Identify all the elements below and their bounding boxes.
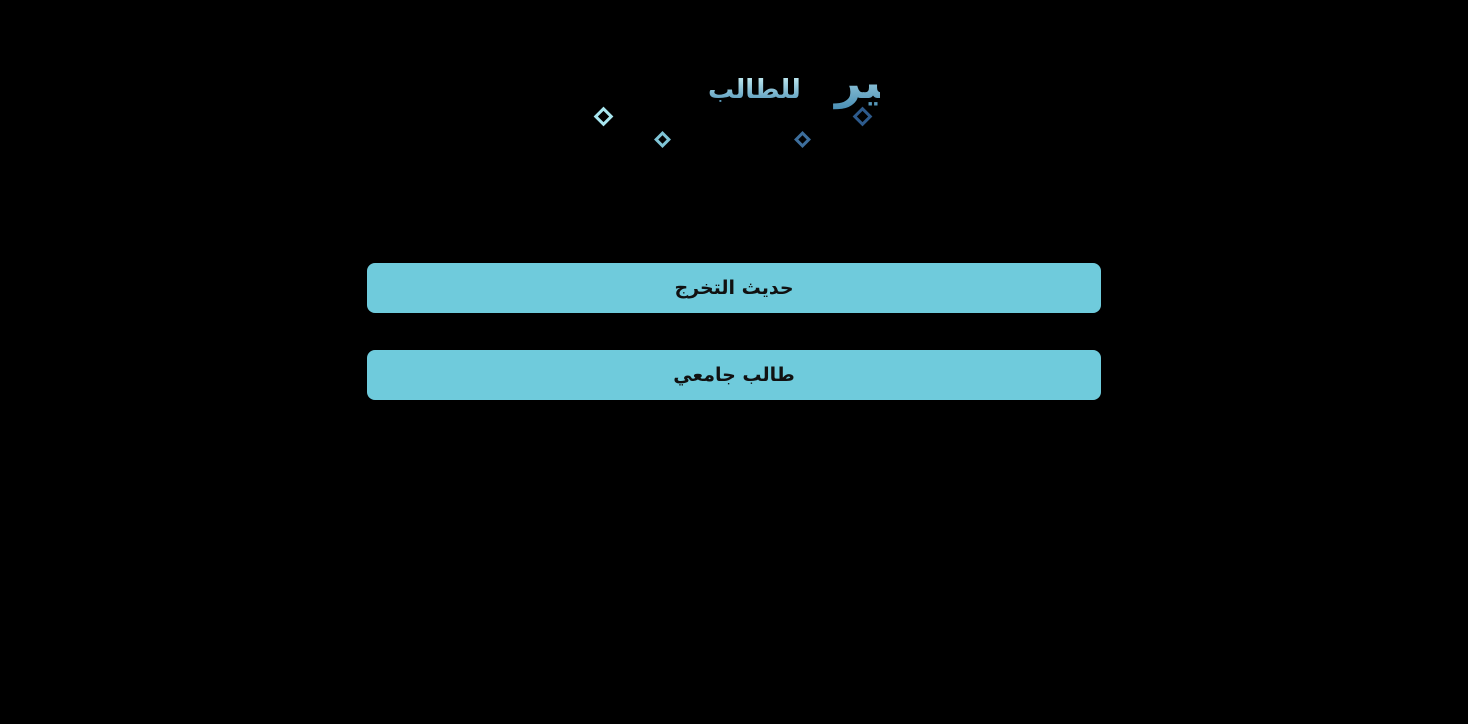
- logo-decoration: [593, 106, 873, 148]
- university-student-label: طالب جامعي: [673, 364, 795, 386]
- logo-sub-text: للطالب: [708, 75, 801, 105]
- app-logo: تيسير للطالب: [590, 48, 880, 153]
- welcome-screen: تيسير للطالب حديث التخرج طالب جامعي: [0, 0, 1468, 724]
- recent-graduate-label: حديث التخرج: [674, 277, 794, 299]
- university-student-button[interactable]: طالب جامعي: [367, 350, 1101, 400]
- logo-graphic: تيسير للطالب: [593, 55, 880, 148]
- logo-main-text: تيسير: [833, 55, 880, 109]
- recent-graduate-button[interactable]: حديث التخرج: [367, 263, 1101, 313]
